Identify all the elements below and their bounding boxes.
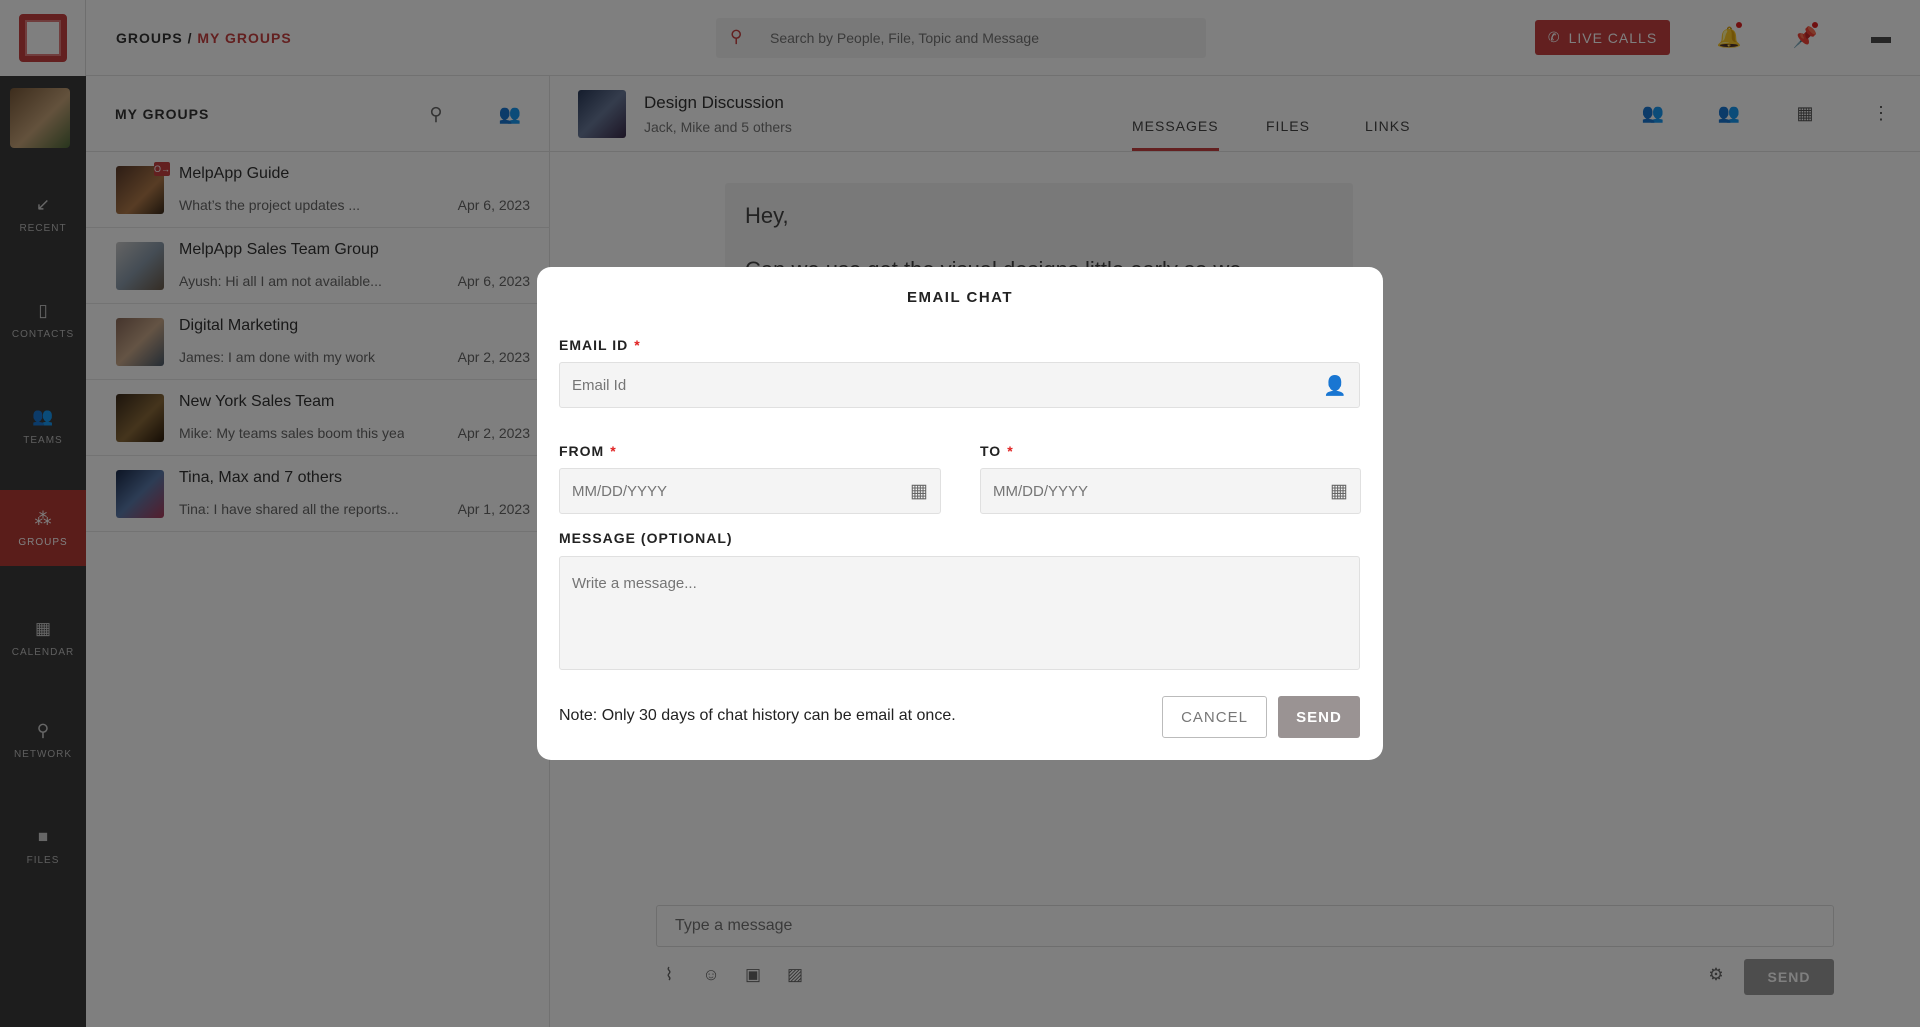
email-chat-modal: EMAIL CHAT EMAIL ID * 👤 FROM * ▦ TO * ▦ MES… xyxy=(537,267,1383,760)
history-note: Note: Only 30 days of chat history can b… xyxy=(559,707,956,724)
to-label-text: TO xyxy=(980,443,1002,459)
calendar-icon[interactable]: ▦ xyxy=(1330,480,1348,503)
required-mark: * xyxy=(1007,443,1014,459)
email-label: EMAIL ID * xyxy=(559,337,641,353)
message-field xyxy=(559,556,1360,670)
from-date-field: ▦ xyxy=(559,468,941,514)
message-label: MESSAGE (OPTIONAL) xyxy=(559,530,733,546)
message-textarea[interactable] xyxy=(560,557,1359,669)
email-input[interactable] xyxy=(560,363,1359,407)
to-date-input[interactable] xyxy=(981,469,1360,513)
from-label: FROM * xyxy=(559,443,617,459)
to-date-field: ▦ xyxy=(980,468,1361,514)
from-label-text: FROM xyxy=(559,443,605,459)
to-label: TO * xyxy=(980,443,1014,459)
email-field: 👤 xyxy=(559,362,1360,408)
from-date-input[interactable] xyxy=(560,469,940,513)
cancel-button[interactable]: CANCEL xyxy=(1162,696,1267,738)
add-contact-icon[interactable]: 👤 xyxy=(1323,374,1347,398)
email-label-text: EMAIL ID xyxy=(559,337,629,353)
required-mark: * xyxy=(610,443,617,459)
send-button[interactable]: SEND xyxy=(1278,696,1360,738)
required-mark: * xyxy=(634,337,641,353)
calendar-icon[interactable]: ▦ xyxy=(910,480,928,503)
modal-title: EMAIL CHAT xyxy=(906,289,1014,306)
